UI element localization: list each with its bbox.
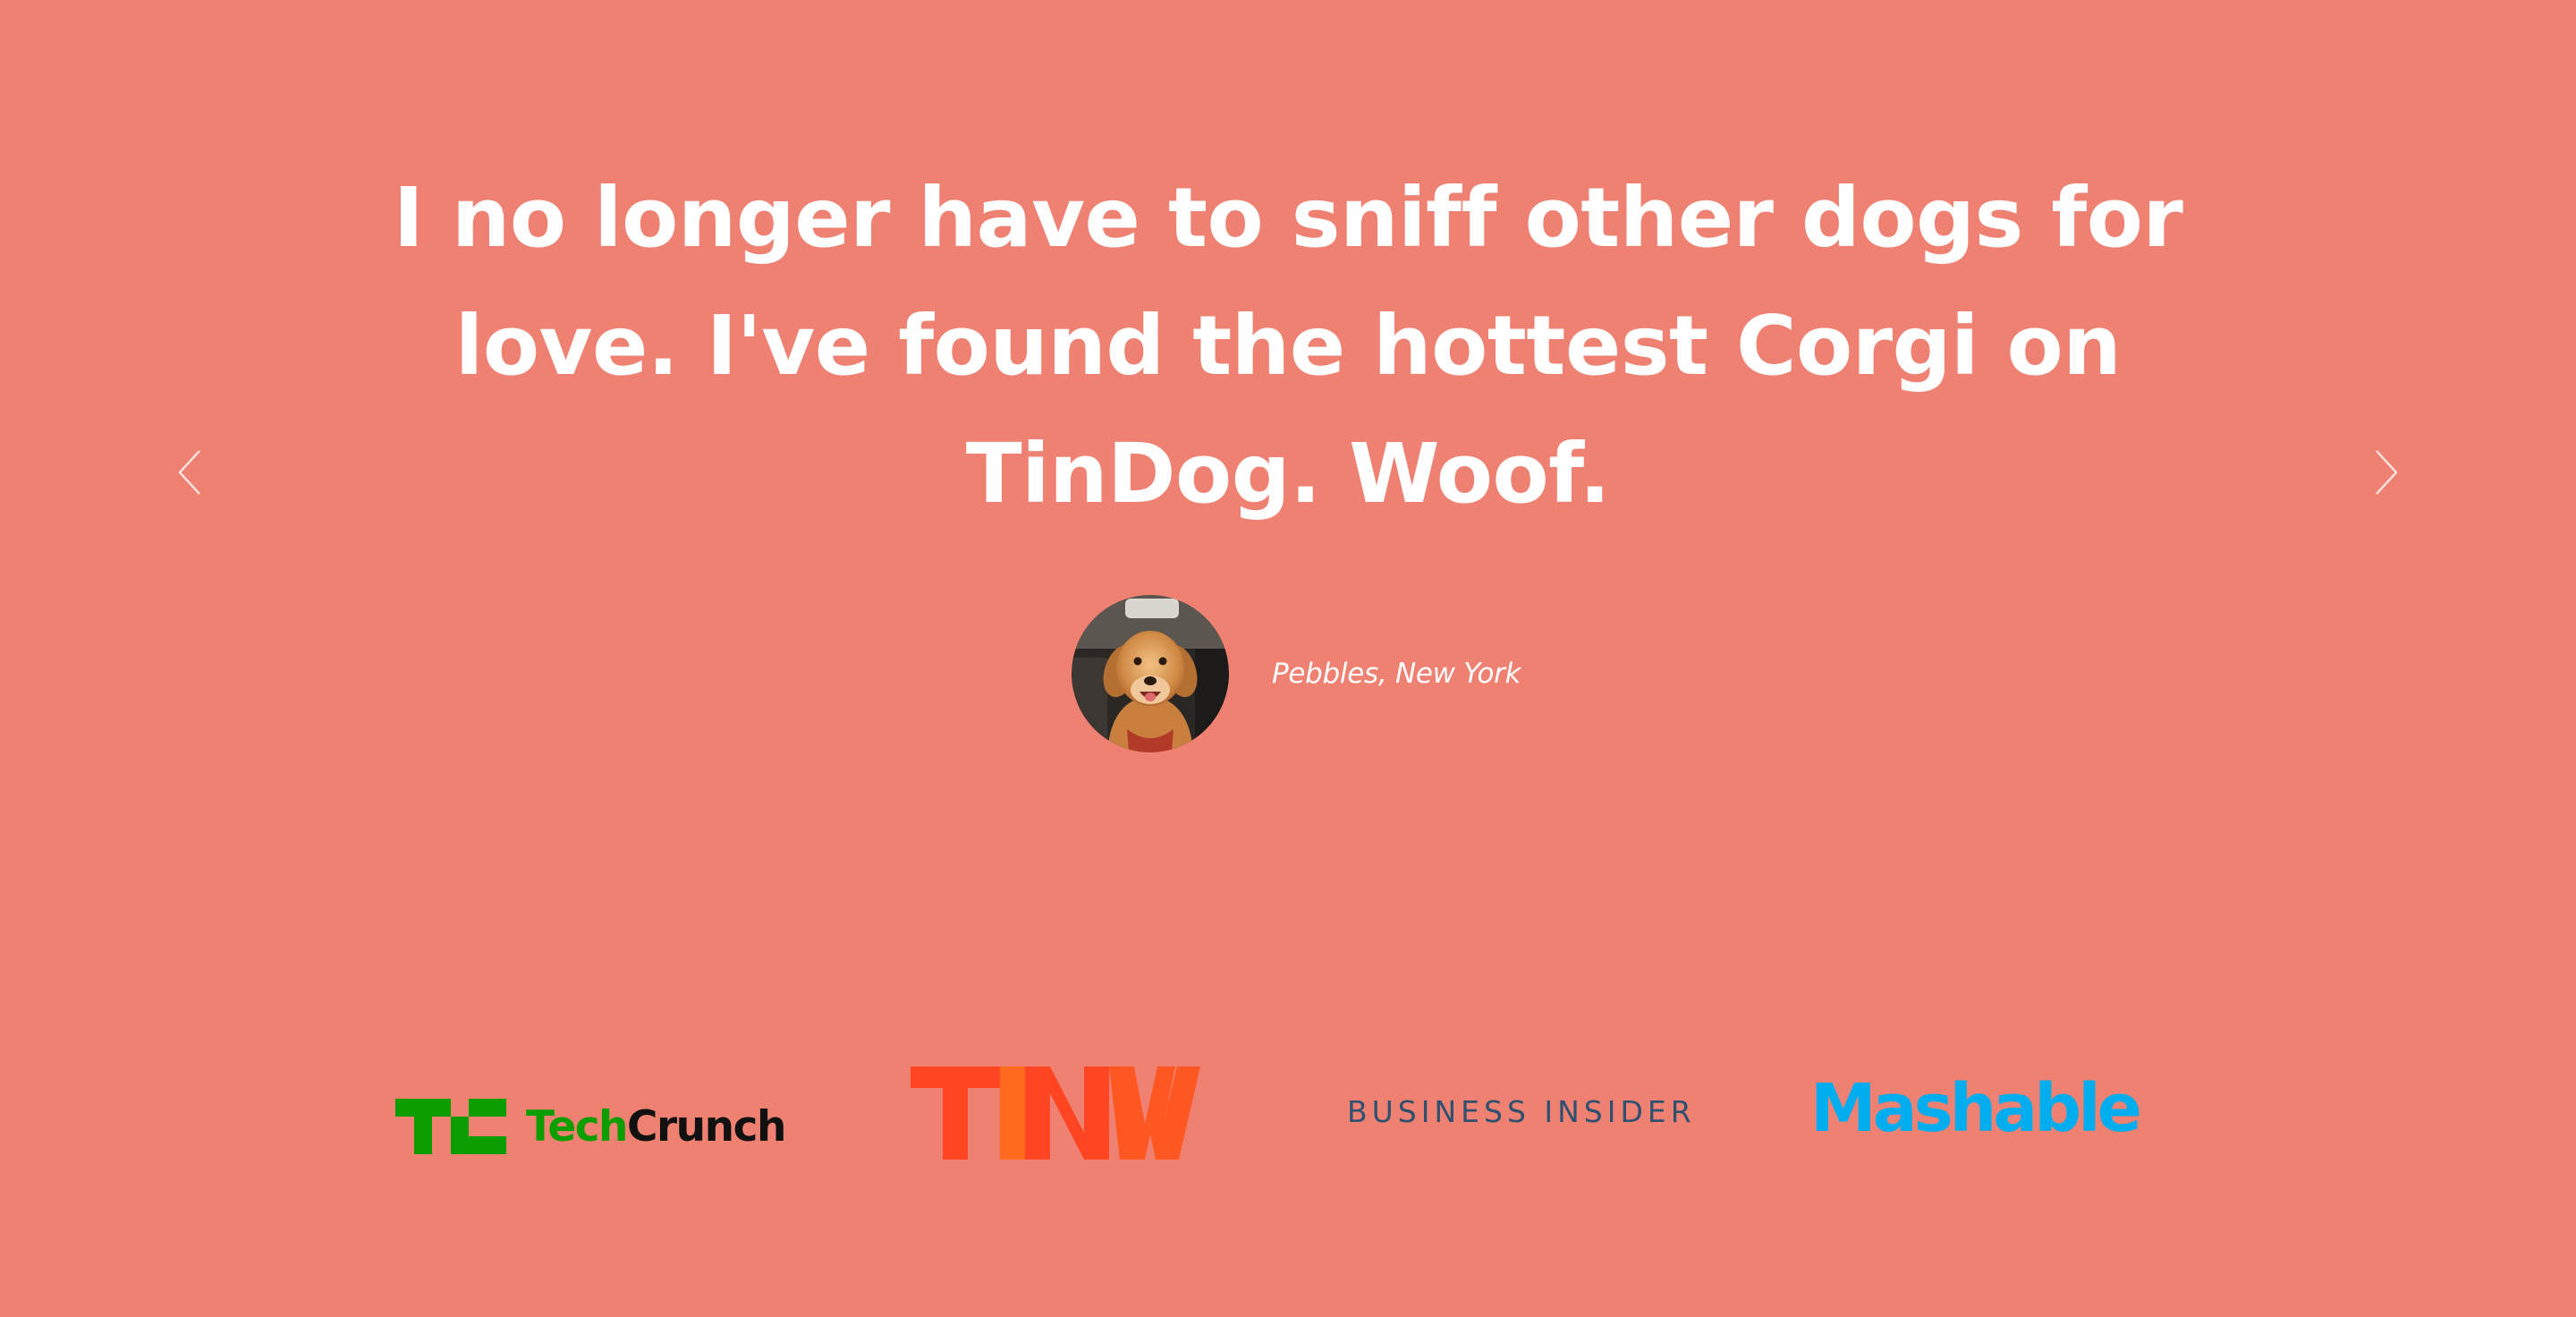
mashable-logo: Mashable bbox=[1810, 1070, 2142, 1147]
techcrunch-tech-text: Tech bbox=[526, 1101, 629, 1151]
chevron-left-icon bbox=[178, 450, 200, 495]
tnw-logo bbox=[911, 1066, 1200, 1160]
techcrunch-crunch-text: Crunch bbox=[627, 1101, 786, 1151]
carousel-prev-button[interactable] bbox=[166, 446, 220, 499]
dog-avatar bbox=[1072, 595, 1229, 752]
author-name: Pebbles, New York bbox=[1272, 658, 1521, 690]
tnw-wordmark bbox=[911, 1066, 1200, 1160]
business-insider-logo: BUSINESS INSIDER bbox=[1347, 1094, 1696, 1129]
testimonial-author: Pebbles, New York bbox=[1072, 595, 1521, 752]
testimonial-quote: I no longer have to sniff other dogs for… bbox=[393, 170, 2183, 522]
press-logos: TechCrunch BUSINESS INSIDER Mashable bbox=[0, 1056, 2576, 1181]
techcrunch-mark-icon bbox=[395, 1099, 506, 1154]
testimonial-carousel: I no longer have to sniff other dogs for… bbox=[0, 0, 2576, 895]
carousel-next-button[interactable] bbox=[2356, 446, 2410, 499]
techcrunch-logo: TechCrunch bbox=[395, 1099, 786, 1154]
chevron-right-icon bbox=[2376, 450, 2398, 495]
